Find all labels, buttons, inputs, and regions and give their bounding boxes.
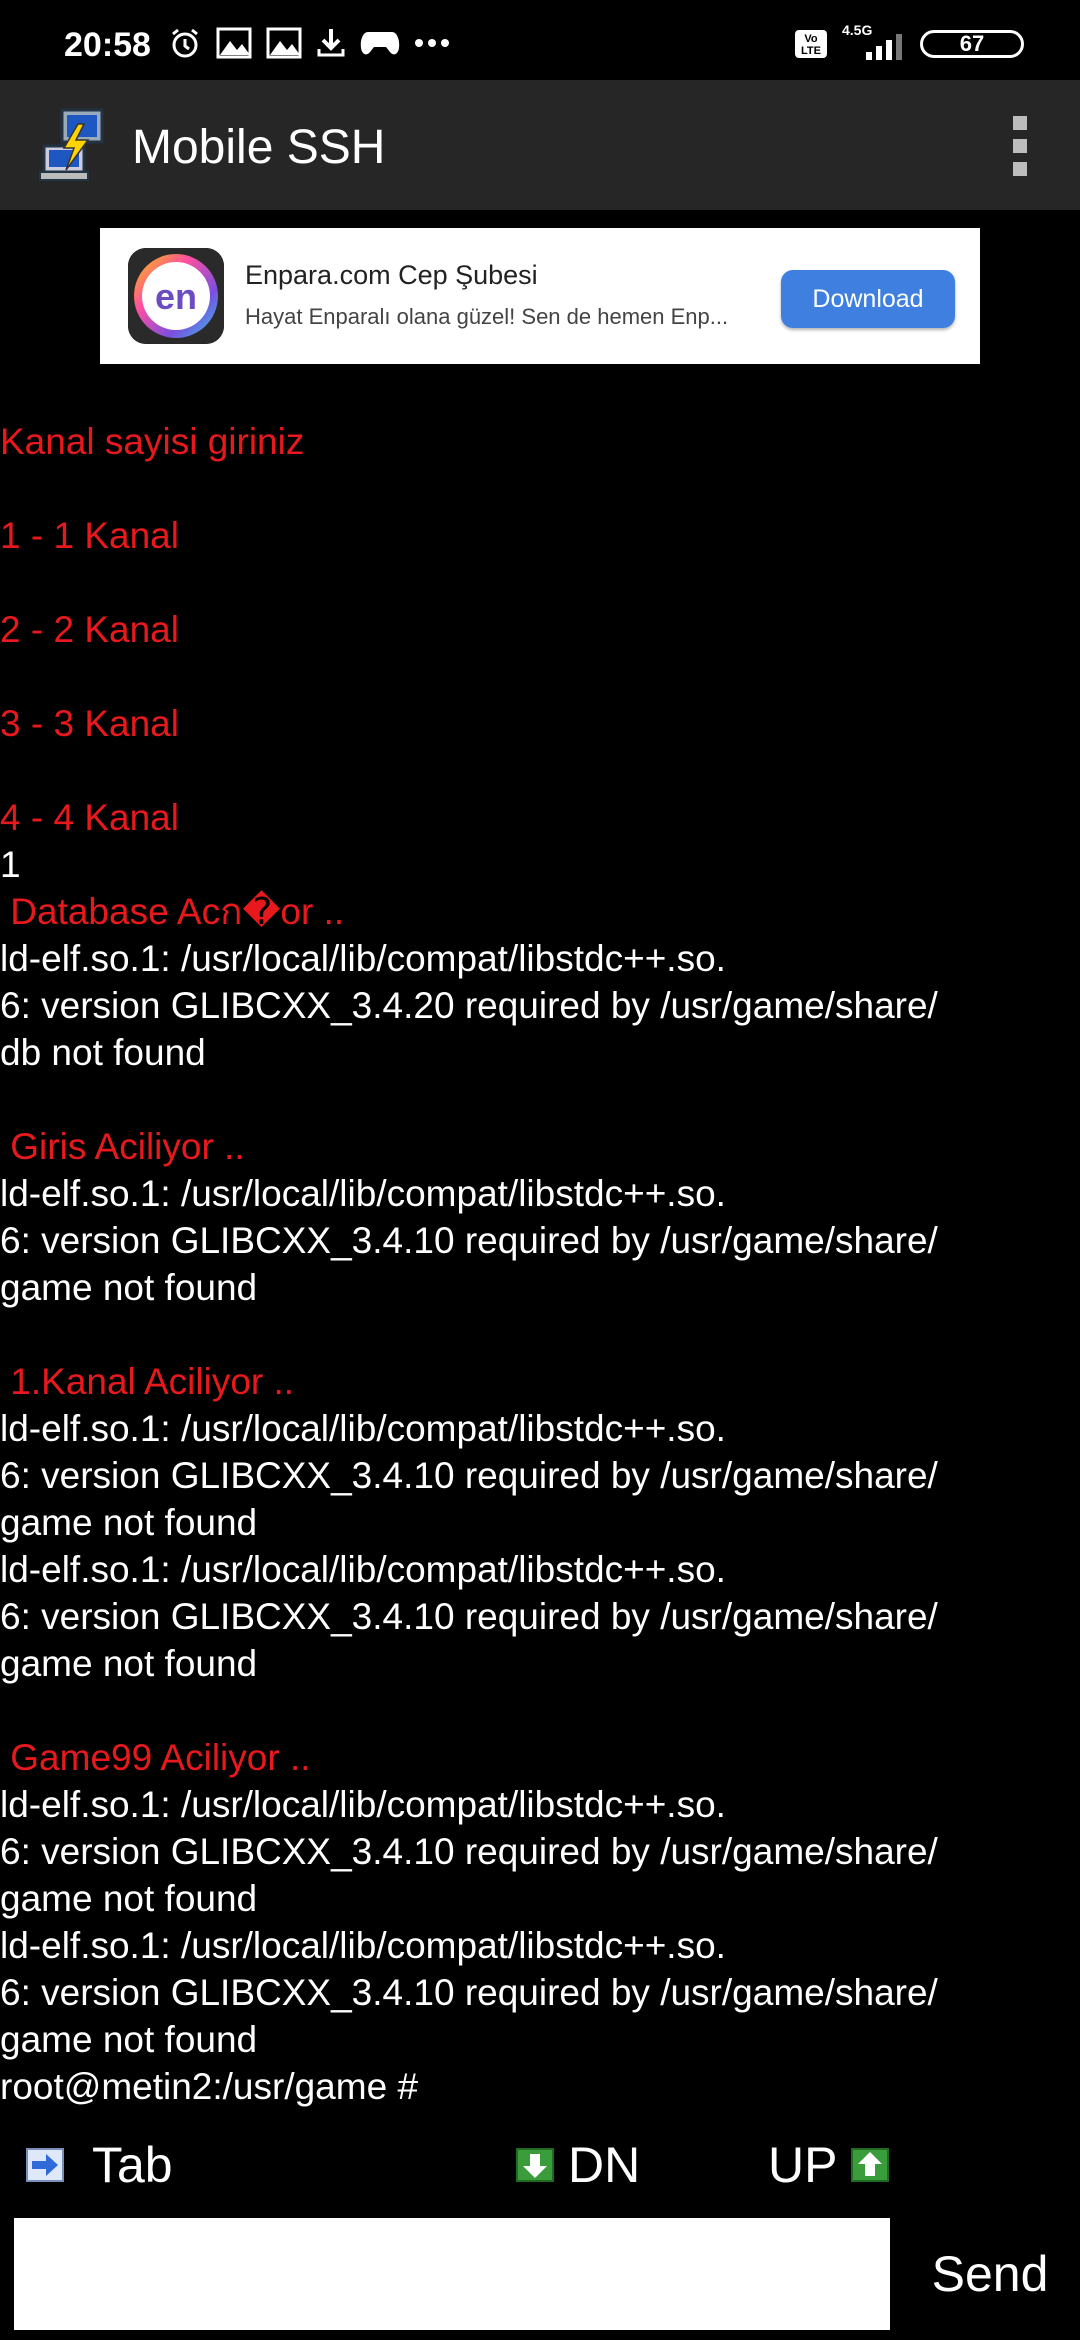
- status-notification-icons: [168, 26, 450, 60]
- gallery-icon: [216, 27, 252, 59]
- terminal-line: ld-elf.so.1: /usr/local/lib/compat/libst…: [0, 1784, 726, 1825]
- terminal-line: game not found: [0, 1267, 258, 1308]
- terminal-line: game not found: [0, 1502, 258, 1543]
- terminal-line: 1 - 1 Kanal: [0, 515, 179, 556]
- terminal-line: Kanal sayisi giriniz: [0, 421, 305, 462]
- terminal-line: 1: [0, 844, 21, 885]
- terminal-line: 6: version GLIBCXX_3.4.10 required by /u…: [0, 1972, 938, 2013]
- status-system-icons: Vo LTE 4.5G 67: [794, 22, 1024, 60]
- game-controller-icon: [360, 32, 400, 55]
- signal-icon: [866, 34, 902, 60]
- send-button[interactable]: Send: [900, 2218, 1080, 2330]
- app-title: Mobile SSH: [132, 121, 386, 174]
- dn-key-button[interactable]: DN: [516, 2136, 640, 2194]
- tab-key-label: Tab: [92, 2137, 173, 2193]
- svg-text:Vo: Vo: [804, 33, 818, 45]
- overflow-menu-icon[interactable]: [1000, 116, 1040, 176]
- app-logo-icon: [39, 108, 104, 181]
- terminal-line: Giris Aciliyor ..: [0, 1126, 245, 1167]
- gallery-icon: [266, 27, 302, 59]
- tab-arrow-icon: [26, 2148, 64, 2182]
- download-icon: [317, 29, 345, 57]
- arrow-down-icon: [516, 2148, 554, 2182]
- ad-download-button[interactable]: Download: [781, 270, 955, 328]
- svg-text:en: en: [155, 276, 197, 317]
- svg-text:LTE: LTE: [801, 45, 821, 57]
- terminal-output[interactable]: Kanal sayisi giriniz 1 - 1 Kanal 2 - 2 Kan…: [0, 418, 1080, 2110]
- dn-key-label: DN: [568, 2137, 641, 2193]
- terminal-line: ld-elf.so.1: /usr/local/lib/compat/libst…: [0, 938, 726, 979]
- terminal-line: game not found: [0, 1643, 258, 1684]
- terminal-line: ld-elf.so.1: /usr/local/lib/compat/libst…: [0, 1173, 726, 1214]
- up-key-button[interactable]: UP: [768, 2136, 890, 2194]
- terminal-line: game not found: [0, 2019, 258, 2060]
- tab-key-button[interactable]: Tab: [26, 2136, 173, 2194]
- status-time: 20:58: [64, 26, 151, 64]
- terminal-line: 2 - 2 Kanal: [0, 609, 179, 650]
- terminal-line: db not found: [0, 1032, 206, 1073]
- terminal-line: 4 - 4 Kanal: [0, 797, 179, 838]
- terminal-line: Game99 Aciliyor ..: [0, 1737, 311, 1778]
- terminal-line: 1.Kanal Aciliyor ..: [0, 1361, 295, 1402]
- terminal-line: ld-elf.so.1: /usr/local/lib/compat/libst…: [0, 1549, 726, 1590]
- arrow-up-icon: [851, 2148, 890, 2182]
- status-bar: 20:58 Vo LTE 4.5G 67: [0, 0, 1080, 80]
- terminal-line: 6: version GLIBCXX_3.4.20 required by /u…: [0, 985, 938, 1026]
- volte-icon: Vo LTE: [795, 30, 827, 58]
- battery-icon: 67: [920, 30, 1024, 58]
- terminal-line: ld-elf.so.1: /usr/local/lib/compat/libst…: [0, 1925, 726, 1966]
- terminal-line: Database Acก�or ..: [0, 891, 345, 932]
- app-bar: Mobile SSH: [0, 80, 1080, 210]
- terminal-line: root@metin2:/usr/game #: [0, 2066, 419, 2107]
- up-key-label: UP: [768, 2137, 838, 2193]
- terminal-line: game not found: [0, 1878, 258, 1919]
- terminal-line: 6: version GLIBCXX_3.4.10 required by /u…: [0, 1455, 938, 1496]
- ad-title: Enpara.com Cep Şubesi: [245, 260, 538, 290]
- terminal-line: 6: version GLIBCXX_3.4.10 required by /u…: [0, 1831, 938, 1872]
- key-bar: Tab DN UP: [0, 2128, 1080, 2200]
- terminal-line: 3 - 3 Kanal: [0, 703, 179, 744]
- terminal-line: ld-elf.so.1: /usr/local/lib/compat/libst…: [0, 1408, 726, 1449]
- more-dots-icon: [415, 39, 449, 47]
- signal-group: 4.5G: [842, 22, 906, 60]
- advertiser-logo-icon: en: [128, 248, 224, 344]
- command-input[interactable]: [14, 2218, 890, 2330]
- ad-banner[interactable]: en Enpara.com Cep Şubesi Hayat Enparalı …: [100, 228, 980, 364]
- ad-subtitle: Hayat Enparalı olana güzel! Sen de hemen…: [245, 304, 729, 329]
- terminal-line: 6: version GLIBCXX_3.4.10 required by /u…: [0, 1220, 938, 1261]
- alarm-icon: [172, 28, 198, 58]
- terminal-line: 6: version GLIBCXX_3.4.10 required by /u…: [0, 1596, 938, 1637]
